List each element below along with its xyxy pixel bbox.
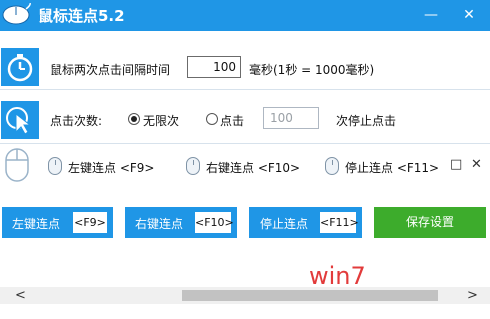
radio-click-count[interactable]: [206, 113, 218, 125]
click-count-label: 点击次数:: [50, 114, 103, 128]
save-settings-button[interactable]: 保存设置: [374, 207, 486, 238]
stop-click-button[interactable]: 停止连点 <F11>: [249, 207, 362, 238]
minimize-button[interactable]: —: [420, 0, 442, 31]
scroll-left-arrow[interactable]: <: [15, 287, 26, 304]
panel-restore-button[interactable]: □: [450, 157, 462, 172]
stopwatch-icon: [7, 54, 33, 82]
cursor-click-icon: [6, 107, 32, 135]
left-click-button[interactable]: 左键连点 <F9>: [2, 207, 113, 238]
left-mouse-icon: [48, 157, 62, 175]
hotkey-left-click: 左键连点 <F9>: [68, 161, 155, 175]
click-count-row: 点击次数: 无限次 点击 100 次停止点击: [0, 97, 490, 144]
hotkey-right-click: 右键连点 <F10>: [206, 161, 301, 175]
radio-click-count-label[interactable]: 点击: [220, 112, 244, 129]
mouse-icon: [5, 148, 29, 182]
scroll-right-arrow[interactable]: >: [467, 287, 478, 304]
right-click-key-box: <F10>: [195, 212, 234, 233]
left-click-button-label: 左键连点: [12, 217, 61, 231]
right-click-button-label: 右键连点: [135, 217, 184, 231]
horizontal-scrollbar[interactable]: < >: [0, 287, 490, 304]
title-bar: 鼠标连点5.2 — ✕: [0, 0, 490, 31]
right-mouse-icon: [186, 157, 200, 175]
window-title: 鼠标连点5.2: [38, 7, 125, 25]
panel-close-button[interactable]: ✕: [471, 157, 482, 172]
hotkey-panel: 左键连点 <F9> 右键连点 <F10> 停止连点 <F11> □ ✕: [42, 150, 490, 182]
radio-unlimited[interactable]: [128, 113, 140, 125]
hotkey-stop-click: 停止连点 <F11>: [345, 161, 440, 175]
app-mouse-logo-icon: [2, 3, 31, 25]
click-icon-box: [1, 101, 39, 139]
click-count-suffix: 次停止点击: [336, 114, 397, 128]
hotkey-panel-icon: [0, 146, 40, 186]
interval-input[interactable]: 100: [187, 56, 241, 78]
interval-unit: 毫秒(1秒 = 1000毫秒): [249, 63, 375, 77]
left-click-key-box: <F9>: [73, 212, 107, 233]
scrollbar-thumb[interactable]: [182, 290, 438, 301]
stop-click-key-box: <F11>: [320, 212, 359, 233]
stop-mouse-icon: [325, 157, 339, 175]
interval-icon-box: [1, 48, 39, 86]
click-count-input[interactable]: 100: [263, 107, 319, 129]
close-button[interactable]: ✕: [458, 0, 480, 31]
watermark-text: win7: [309, 262, 366, 290]
right-click-button[interactable]: 右键连点 <F10>: [125, 207, 237, 238]
interval-label: 鼠标两次点击间隔时间: [50, 63, 171, 77]
stop-click-button-label: 停止连点: [260, 217, 309, 231]
radio-unlimited-label[interactable]: 无限次: [143, 112, 179, 129]
interval-row: 鼠标两次点击间隔时间 100 毫秒(1秒 = 1000毫秒): [0, 45, 490, 90]
